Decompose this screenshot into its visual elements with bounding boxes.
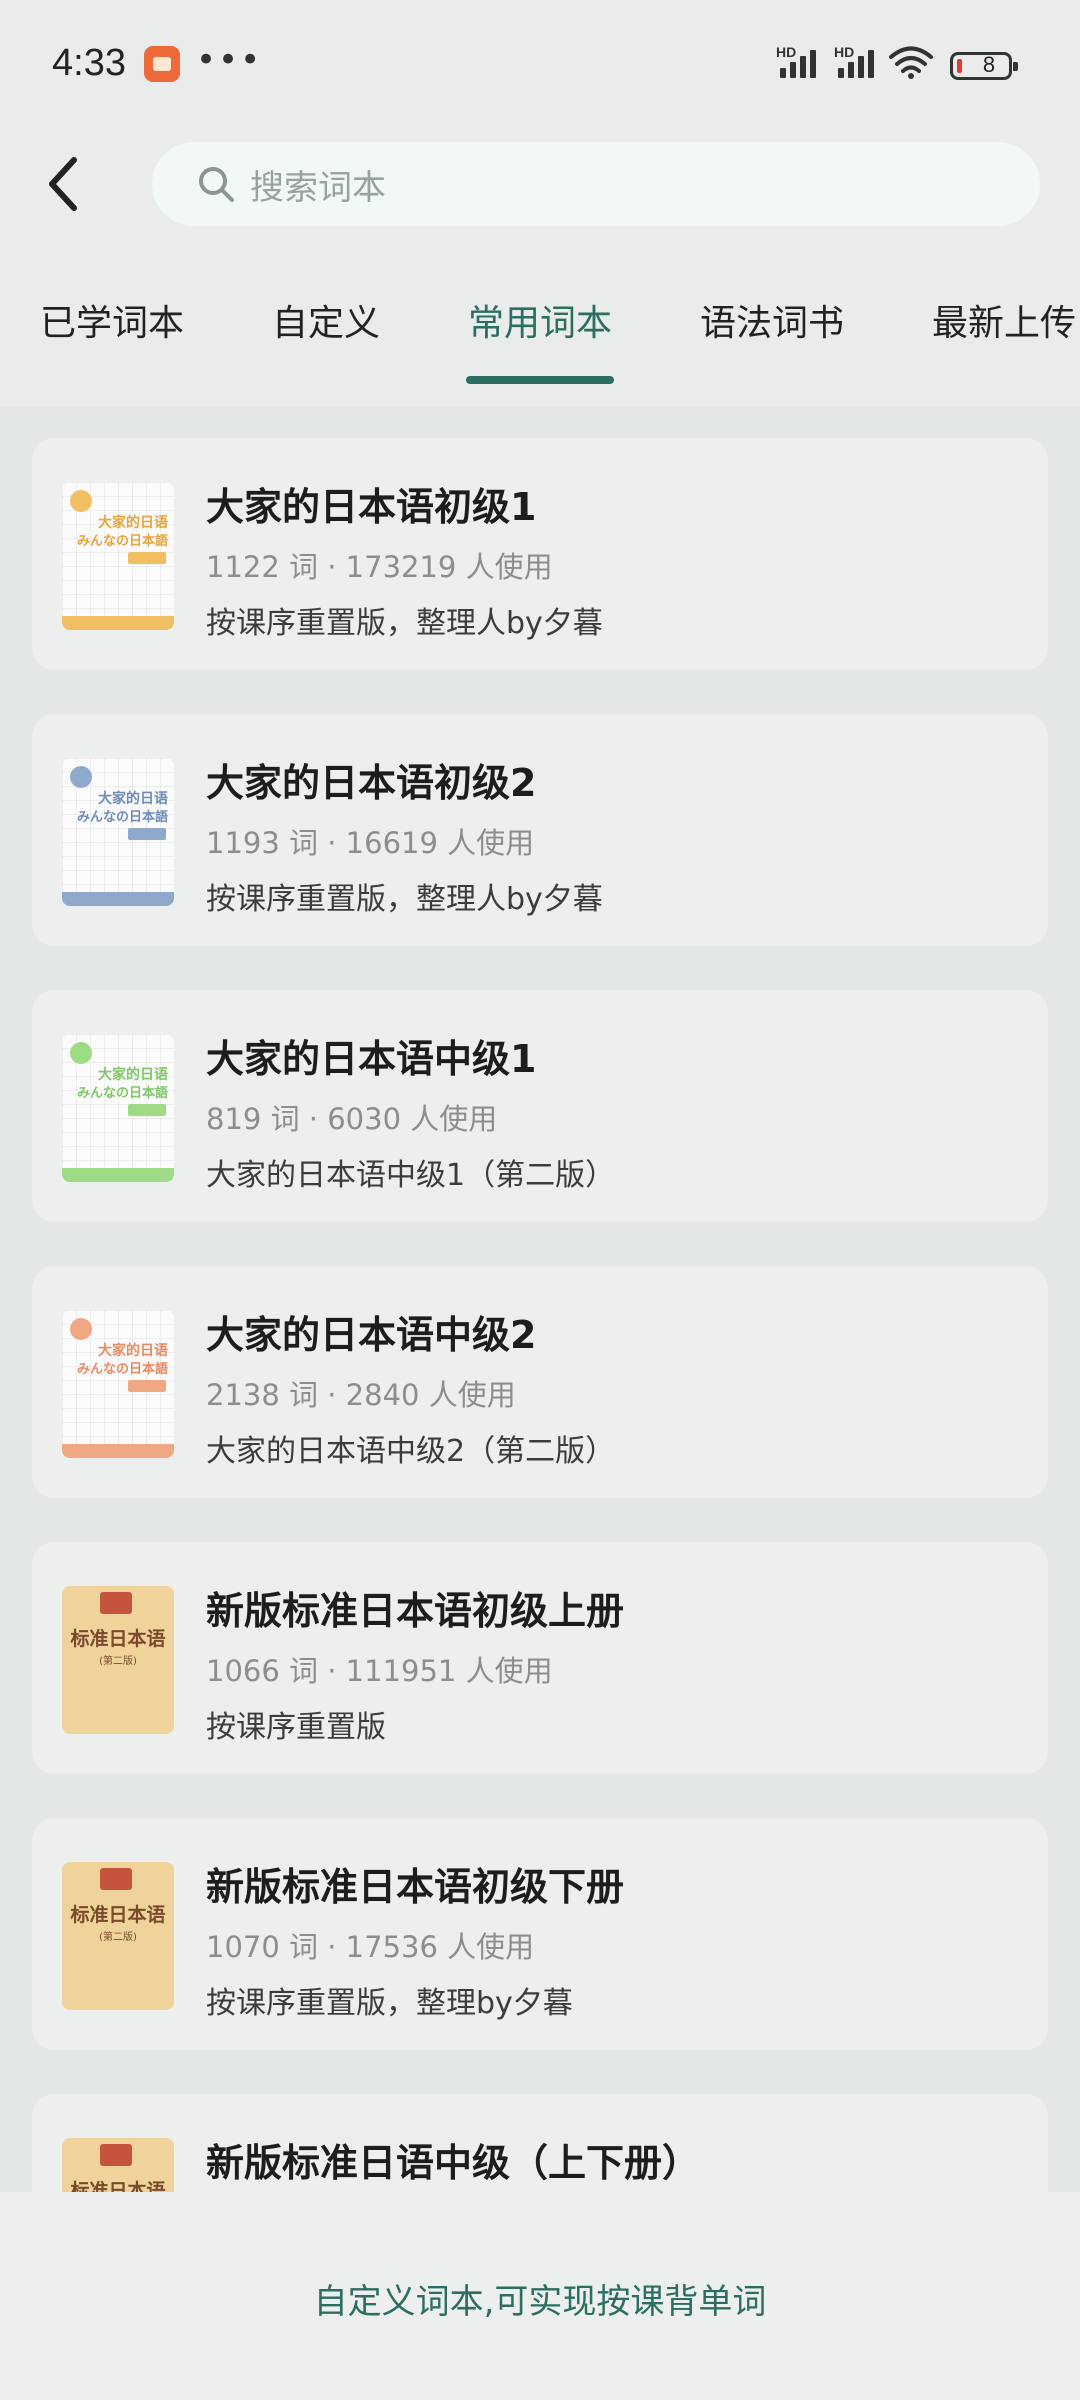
- book-description: 按课序重置版，整理人by夕暮: [206, 606, 603, 641]
- status-bar: 4:33 ••• HD HD 8: [0, 0, 1080, 130]
- book-title: 大家的日本语中级2: [206, 1313, 537, 1357]
- book-title: 大家的日本语中级1: [206, 1037, 537, 1081]
- book-list[interactable]: 大家的日语 みんなの日本語 大家的日本语初级1 1122 词 · 173219 …: [0, 406, 1080, 2192]
- book-description: 按课序重置版: [206, 1710, 386, 1745]
- book-cover: 大家的日语 みんなの日本語: [62, 758, 174, 906]
- list-item[interactable]: 标准日本语 (第二版) 新版标准日本语初级下册 1070 词 · 17536 人…: [32, 1818, 1048, 2050]
- book-description: 大家的日本语中级2（第二版）: [206, 1434, 616, 1469]
- tab-learned[interactable]: 已学词本: [40, 294, 184, 346]
- book-meta: 1122 词 · 173219 人使用: [206, 550, 553, 584]
- tab-grammar[interactable]: 语法词书: [700, 294, 844, 346]
- tab-common[interactable]: 常用词本: [468, 294, 612, 346]
- back-arrow-icon[interactable]: [36, 150, 92, 218]
- book-meta: 1070 词 · 17536 人使用: [206, 1930, 535, 1964]
- book-title: 新版标准日语中级（上下册）: [206, 2141, 701, 2185]
- book-title: 新版标准日本语初级上册: [206, 1589, 625, 1633]
- more-notifications-icon: •••: [196, 40, 263, 80]
- book-meta: 2138 词 · 2840 人使用: [206, 1378, 516, 1412]
- book-cover: 大家的日语 みんなの日本語: [62, 1034, 174, 1182]
- book-meta: 819 词 · 6030 人使用: [206, 1102, 498, 1136]
- search-input[interactable]: 搜索词本: [152, 142, 1040, 226]
- list-item[interactable]: 大家的日语 みんなの日本語 大家的日本语初级1 1122 词 · 173219 …: [32, 438, 1048, 670]
- book-description: 大家的日本语中级1（第二版）: [206, 1158, 616, 1193]
- book-description: 按课序重置版，整理by夕暮: [206, 1986, 573, 2021]
- book-cover: 标准日本语 (第二版): [62, 1586, 174, 1734]
- list-item[interactable]: 大家的日语 みんなの日本語 大家的日本语中级2 2138 词 · 2840 人使…: [32, 1266, 1048, 1498]
- book-description: 按课序重置版，整理人by夕暮: [206, 882, 603, 917]
- signal-icon-1: [780, 50, 816, 78]
- book-title: 大家的日本语初级1: [206, 485, 537, 529]
- app-notification-icon: [144, 46, 180, 82]
- book-meta: 1193 词 · 16619 人使用: [206, 826, 535, 860]
- wifi-icon: [889, 46, 933, 79]
- book-cover: 大家的日语 みんなの日本語: [62, 482, 174, 630]
- battery-level: 8: [982, 52, 996, 77]
- tab-custom[interactable]: 自定义: [272, 294, 380, 346]
- tab-bar: 已学词本 自定义 常用词本 语法词书 最新上传: [0, 280, 1080, 390]
- search-placeholder: 搜索词本: [250, 167, 386, 208]
- list-item[interactable]: 标准日本语 新版标准日语中级（上下册）: [32, 2094, 1048, 2192]
- status-time: 4:33: [52, 42, 126, 84]
- footer: 自定义词本,可实现按课背单词: [0, 2192, 1080, 2400]
- tab-latest[interactable]: 最新上传: [932, 294, 1076, 346]
- list-item[interactable]: 大家的日语 みんなの日本語 大家的日本语中级1 819 词 · 6030 人使用…: [32, 990, 1048, 1222]
- custom-book-link[interactable]: 自定义词本,可实现按课背单词: [0, 2274, 1080, 2323]
- book-title: 大家的日本语初级2: [206, 761, 537, 805]
- book-cover: 标准日本语 (第二版): [62, 1862, 174, 2010]
- battery-icon: 8: [950, 52, 1018, 80]
- list-item[interactable]: 大家的日语 みんなの日本語 大家的日本语初级2 1193 词 · 16619 人…: [32, 714, 1048, 946]
- book-title: 新版标准日本语初级下册: [206, 1865, 625, 1909]
- book-cover: 大家的日语 みんなの日本語: [62, 1310, 174, 1458]
- active-tab-indicator: [466, 376, 614, 384]
- list-item[interactable]: 标准日本语 (第二版) 新版标准日本语初级上册 1066 词 · 111951 …: [32, 1542, 1048, 1774]
- book-meta: 1066 词 · 111951 人使用: [206, 1654, 553, 1688]
- signal-icon-2: [838, 50, 874, 78]
- search-icon: [199, 167, 234, 202]
- book-cover: 标准日本语: [62, 2138, 174, 2192]
